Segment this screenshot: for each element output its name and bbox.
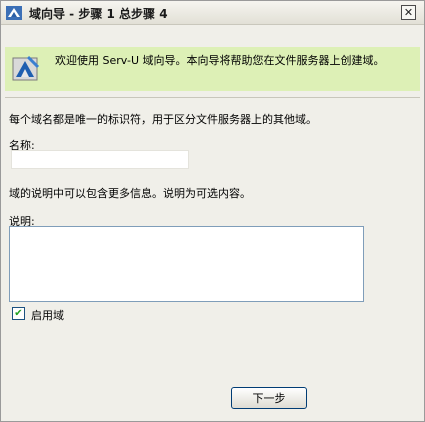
enable-domain-label[interactable]: 启用域 bbox=[31, 307, 64, 323]
banner-divider bbox=[5, 97, 420, 98]
welcome-text: 欢迎使用 Serv-U 域向导。本向导将帮助您在文件服务器上创建域。 bbox=[55, 54, 385, 67]
check-mark-icon: ✔ bbox=[14, 307, 23, 319]
domain-wizard-dialog: 域向导 - 步骤 1 总步骤 4 ✕ 欢迎使用 Serv-U 域向导。本向导将帮… bbox=[0, 0, 425, 422]
description-info-text: 域的说明中可以包含更多信息。说明为可选内容。 bbox=[9, 187, 251, 200]
close-button[interactable]: ✕ bbox=[401, 5, 416, 20]
description-textarea[interactable] bbox=[9, 226, 364, 302]
next-button[interactable]: 下一步 bbox=[231, 387, 307, 409]
name-input[interactable] bbox=[11, 150, 189, 169]
serv-u-icon bbox=[5, 4, 23, 22]
enable-domain-checkbox[interactable]: ✔ bbox=[12, 307, 25, 320]
window-title: 域向导 - 步骤 1 总步骤 4 bbox=[29, 7, 168, 21]
title-bar[interactable]: 域向导 - 步骤 1 总步骤 4 ✕ bbox=[1, 1, 424, 25]
close-icon: ✕ bbox=[403, 6, 414, 19]
serv-u-wizard-icon bbox=[11, 54, 41, 84]
welcome-banner: 欢迎使用 Serv-U 域向导。本向导将帮助您在文件服务器上创建域。 bbox=[5, 47, 420, 91]
domain-intro-text: 每个域名都是唯一的标识符，用于区分文件服务器上的其他域。 bbox=[9, 113, 317, 126]
